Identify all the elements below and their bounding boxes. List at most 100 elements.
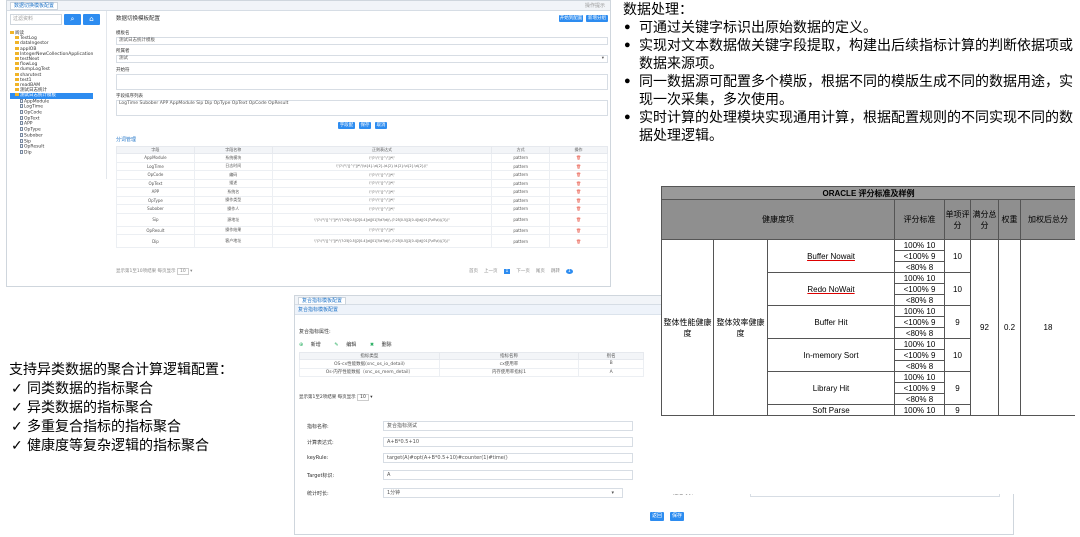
home-button[interactable]: ⌂ <box>83 14 100 25</box>
tab-bar-hint[interactable]: 操作提示 <box>585 2 605 10</box>
table-cell: 描述 <box>193 178 273 188</box>
tree-node[interactable]: Dip <box>10 149 93 156</box>
delete-button[interactable]: ✖ 删除 <box>370 342 398 348</box>
aggregation-title: 支持异类数据的聚合计算逻辑配置： <box>9 361 233 377</box>
rule-cell: 100% 10 <box>894 371 945 383</box>
pager-item[interactable]: 1 <box>565 269 573 274</box>
item-name: In-memory Sort <box>767 338 895 372</box>
form-input[interactable]: A+B*0.5+10 <box>383 437 633 447</box>
table-cell: 客户地址 <box>193 234 273 248</box>
save-button-2[interactable]: 保存 <box>670 512 684 521</box>
tab-bar: 数据切换模板配置 操作提示 <box>7 1 610 11</box>
edit-button[interactable]: ✎ 编辑 <box>334 342 362 348</box>
trash-icon[interactable]: 🗑 <box>576 228 581 233</box>
table-row[interactable]: Os-内存性能数据（snc_os_mem_detail） 内存使用率指标1 A <box>299 367 644 377</box>
cancel-button[interactable]: 取消 <box>375 122 387 129</box>
aggregation-notes: 支持异类数据的聚合计算逻辑配置： 同类数据的指标聚合异类数据的指标聚合多重复合指… <box>9 360 233 455</box>
table-row: Dip 客户地址 \"(?:\"\"|[^\"])*\"(?:25[0-5]|2[0… <box>116 234 608 248</box>
trash-icon[interactable]: 🗑 <box>576 172 581 177</box>
delete-icon: ✖ <box>369 342 375 348</box>
column-header: 字段名称 <box>193 146 273 154</box>
table-cell: B <box>578 359 644 369</box>
pager-info: 显示第1至10项结果 每页显示 10 ▾ <box>116 268 193 275</box>
template-name-input[interactable]: 测试日志统计模板 <box>116 37 608 45</box>
back-button[interactable]: 返回 <box>650 512 664 521</box>
page-size-select[interactable]: 10 <box>176 268 189 275</box>
item-name-text: Redo NoWait <box>807 284 855 294</box>
table-cell: pattern <box>491 178 551 188</box>
start-char-label: 开始符 <box>116 68 130 73</box>
field-order-textarea[interactable]: LogTime Subober APP AppModule Sip Dip Op… <box>116 100 608 116</box>
pager-item[interactable]: 尾页 <box>536 269 545 274</box>
add-button[interactable]: ⊕ 新增 <box>299 342 327 348</box>
search-button[interactable]: ⌕ <box>64 14 81 25</box>
form-label: keyRule: <box>307 455 329 461</box>
notes-list: 可通过关键字标识出原始数据的定义。实现对文本数据做关键字段提取，构建出后续指标计… <box>623 18 1078 144</box>
group-cell: 整体效率健康度 <box>713 239 768 416</box>
form-input[interactable]: target(A)#opt(A+B*0.5+10)#counter(1)#tim… <box>383 453 633 463</box>
trash-icon[interactable]: 🗑 <box>576 164 581 169</box>
trash-icon[interactable]: 🗑 <box>576 155 581 160</box>
table-cell: Sip <box>116 212 195 227</box>
pager-item[interactable]: 1 <box>503 269 511 274</box>
trash-icon[interactable]: 🗑 <box>576 198 581 203</box>
folder-icon <box>10 31 14 34</box>
trash-icon[interactable]: 🗑 <box>576 239 581 244</box>
pager-item[interactable]: 跳转 <box>551 269 560 274</box>
tab-template-config[interactable]: 数据切换模板配置 <box>10 2 59 10</box>
table-cell: Dip <box>116 234 195 248</box>
table-row: LogTime 日志时间 \"(?:\"\"|[^\"])*\"(\d{4}-\d{… <box>116 161 608 171</box>
trash-icon[interactable]: 🗑 <box>576 217 581 222</box>
rule-cell: <80% 8 <box>894 327 945 339</box>
item-name: Buffer Nowait <box>767 239 895 273</box>
rule-cell: 100% 10 <box>894 305 945 317</box>
trash-icon[interactable]: 🗑 <box>576 206 581 211</box>
form-input[interactable]: 复合指标测试 <box>383 421 633 431</box>
item-name-text: In-memory Sort <box>803 350 859 360</box>
file-icon <box>20 144 23 149</box>
folder-icon <box>15 83 19 87</box>
table-title-row: ORACLE 评分标准及样例 <box>661 186 1075 200</box>
table-row[interactable]: OS-cx性能数据(snc_os_io_detail) cx使用率 B <box>299 359 644 369</box>
owner-select[interactable]: 测试 ▾ <box>116 55 608 63</box>
rule-cell: <100% 9 <box>894 283 945 295</box>
tree-node-label: Subober <box>24 133 43 139</box>
table-cell: \"(?:\"\"|[^\"])*\" <box>271 153 493 163</box>
trash-icon[interactable]: 🗑 <box>576 189 581 194</box>
table-cell: pattern <box>491 170 551 180</box>
start-char-textarea[interactable] <box>116 74 608 90</box>
check-item: 健康度等复杂逻辑的指标聚合 <box>9 436 233 455</box>
file-icon <box>20 98 23 103</box>
column-header: 别名 <box>578 352 644 360</box>
pager-item[interactable]: 下一页 <box>516 269 530 274</box>
trash-icon[interactable]: 🗑 <box>576 181 581 186</box>
folder-icon <box>15 67 19 71</box>
tab-composite-config[interactable]: 复合指标模板配置 <box>298 297 347 305</box>
table-cell: cx使用率 <box>438 359 580 369</box>
check-item: 同类数据的指标聚合 <box>9 379 233 398</box>
delete-cell: 🗑 <box>549 225 608 235</box>
page-size-select-2[interactable]: 10 <box>357 394 369 401</box>
save-button[interactable]: 保存 <box>359 122 371 129</box>
add-group-button[interactable]: 新增分组 <box>586 15 608 22</box>
form-label: 统计时长: <box>307 491 329 497</box>
table-cell: \"(?:\"\"|[^\"])*\" <box>271 225 493 235</box>
table-cell: LogTime <box>116 161 195 171</box>
form-input[interactable]: 1分钟 ▾ <box>383 488 623 498</box>
field-config-button[interactable]: 字段配置 <box>338 122 355 135</box>
note-bullet: 实现对文本数据做关键字段提取，构建出后续指标计算的判断依据项或数据来源项。 <box>623 36 1078 72</box>
tree-search-input[interactable]: 过滤资料 <box>10 14 62 25</box>
start-config-button[interactable]: 开始到配置 <box>559 15 583 22</box>
rule-cell: <100% 9 <box>894 349 945 361</box>
form-input[interactable]: A <box>383 470 633 480</box>
table-cell: pattern <box>491 161 551 171</box>
form-input-value: 复合指标测试 <box>387 423 418 429</box>
pager-item[interactable]: 首页 <box>469 269 478 274</box>
rule-cell: <100% 9 <box>894 250 945 262</box>
table-cell: 日志时间 <box>193 161 273 171</box>
table-cell: \"(?:\"\"|[^\"])*\" <box>271 195 493 205</box>
pager-item[interactable]: 上一页 <box>484 269 498 274</box>
file-icon <box>20 110 23 115</box>
table-cell: \"(?:\"\"|[^\"])*\" <box>271 187 493 197</box>
tree-node-label: OpType <box>24 127 41 133</box>
